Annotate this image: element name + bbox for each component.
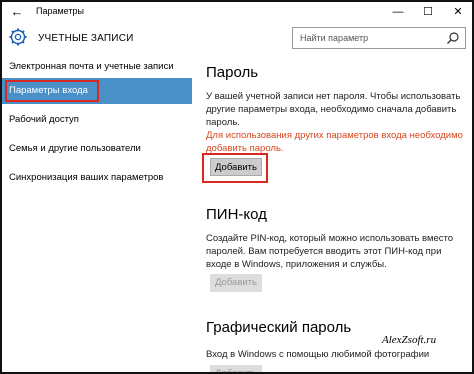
sidebar-item-family-users[interactable]: Семья и другие пользователи [2,136,192,162]
password-warning: Для использования других параметров вход… [206,130,463,154]
search-placeholder: Найти параметр [300,33,369,43]
pin-section-title: ПИН-код [206,206,267,223]
add-picture-password-button[interactable]: Добавить [210,365,262,372]
close-button[interactable]: ✕ [445,3,471,21]
highlight-box-button [202,153,268,183]
main-content: Пароль У вашей учетной записи нет пароля… [198,54,472,372]
pin-description: Создайте PIN-код, который можно использо… [206,233,454,270]
search-icon[interactable] [446,31,460,45]
picture-password-section-title: Графический пароль [206,319,352,336]
picture-password-description: Вход в Windows с помощью любимой фотогра… [206,349,430,360]
minimize-button[interactable]: — [385,3,411,21]
gear-icon [8,27,28,47]
sidebar-item-email-accounts[interactable]: Электронная почта и учетные записи [2,54,192,80]
page-header: УЧЕТНЫЕ ЗАПИСИ Найти параметр [2,22,472,54]
page-title: УЧЕТНЫЕ ЗАПИСИ [38,33,134,44]
password-section-title: Пароль [206,64,259,81]
watermark-text: AlexZsoft.ru [382,334,437,346]
title-bar: ← Параметры — ☐ ✕ [2,2,472,22]
window-title: Параметры [36,6,84,16]
add-pin-button[interactable]: Добавить [210,274,262,292]
sidebar-item-sync-settings[interactable]: Синхронизация ваших параметров [2,165,192,191]
back-button[interactable]: ← [8,4,26,20]
maximize-button[interactable]: ☐ [415,3,441,21]
sidebar-item-work-access[interactable]: Рабочий доступ [2,107,192,133]
sidebar: Электронная почта и учетные записи Парам… [2,54,192,372]
settings-window: ← Параметры — ☐ ✕ УЧЕТНЫЕ ЗАПИСИ Найти п… [0,0,474,374]
highlight-box-sidebar [5,80,99,102]
search-input[interactable]: Найти параметр [292,27,466,49]
password-description: У вашей учетной записи нет пароля. Чтобы… [206,91,461,128]
